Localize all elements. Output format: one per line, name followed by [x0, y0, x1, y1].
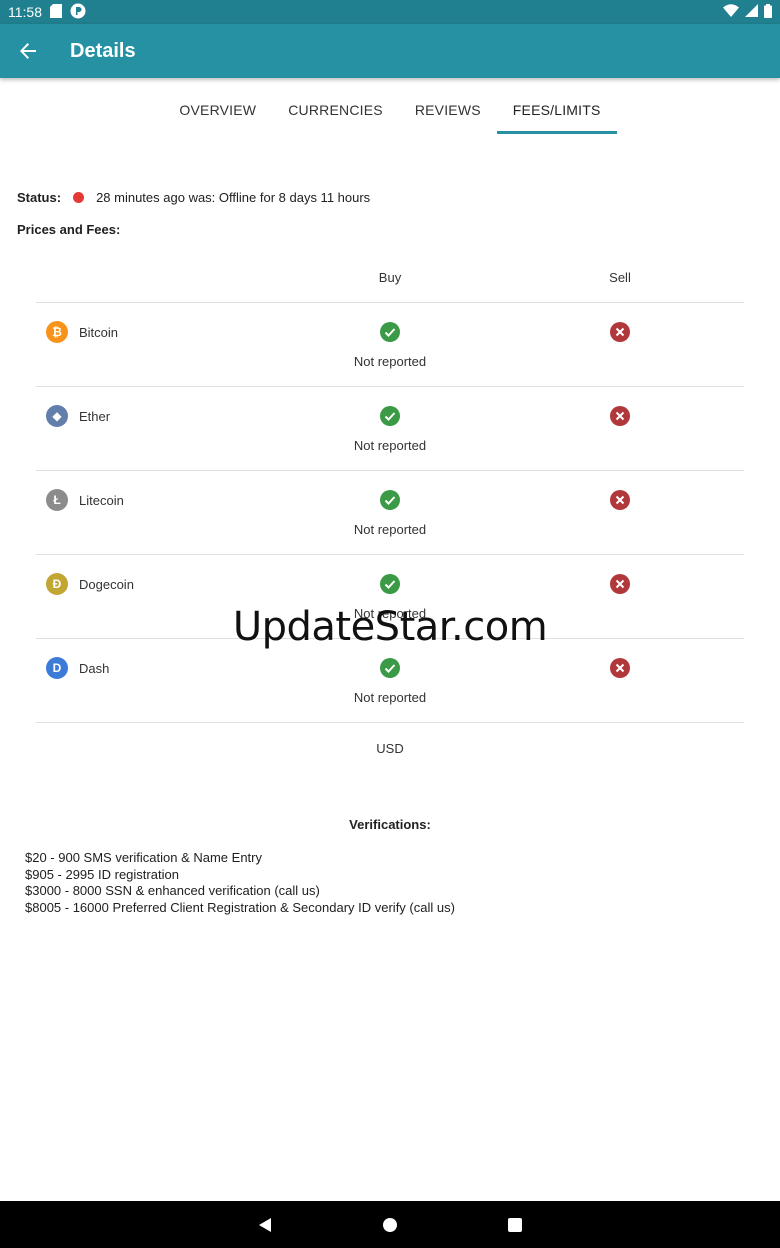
table-row: ₿ Bitcoin Not reported	[36, 303, 744, 387]
buy-note: Not reported	[353, 438, 427, 453]
coin-name: Dogecoin	[79, 576, 134, 592]
status-dot-icon	[73, 192, 85, 203]
coin-name: Litecoin	[79, 492, 124, 508]
buy-note: Not reported	[353, 354, 427, 369]
dash-icon: D	[46, 657, 68, 679]
coin-name: Dash	[79, 660, 110, 676]
buy-note: Not reported	[353, 606, 427, 621]
triangle-back-icon	[259, 1217, 271, 1232]
app-notification-icon	[70, 3, 86, 22]
app-bar: Details	[0, 24, 780, 78]
status-label: Status:	[17, 190, 62, 205]
signal-icon	[745, 4, 758, 20]
check-icon	[380, 490, 400, 510]
tab-bar: OVERVIEW CURRENCIES REVIEWS FEES/LIMITS	[0, 88, 780, 136]
nav-recents-button[interactable]	[453, 1201, 578, 1248]
close-icon	[610, 658, 630, 678]
currency-label: USD	[376, 741, 404, 756]
back-button[interactable]	[0, 24, 56, 78]
page-title: Details	[70, 39, 136, 62]
verifications-list: $20 - 900 SMS verification & Name Entry …	[25, 850, 455, 917]
coin-cell: ◆ Ether	[46, 405, 110, 427]
sd-card-icon	[50, 3, 62, 21]
table-header: Buy Sell	[36, 262, 744, 303]
close-icon	[610, 406, 630, 426]
clock: 11:58	[8, 4, 42, 20]
tab-reviews[interactable]: REVIEWS	[399, 88, 497, 134]
currency-row: USD	[36, 723, 744, 773]
verification-item: $3000 - 8000 SSN & enhanced verification…	[25, 883, 320, 899]
prices-fees-heading: Prices and Fees:	[17, 222, 121, 237]
nav-back-button[interactable]	[203, 1201, 328, 1248]
close-icon	[610, 322, 630, 342]
check-icon	[380, 322, 400, 342]
coin-cell: D Dash	[46, 657, 109, 679]
buy-note: Not reported	[353, 690, 427, 705]
close-icon	[610, 490, 630, 510]
prices-table: Buy Sell ₿ Bitcoin Not reported ◆ Ether …	[36, 262, 744, 773]
tab-currencies[interactable]: CURRENCIES	[272, 88, 399, 134]
verifications-heading: Verifications:	[349, 817, 431, 832]
verification-item: $20 - 900 SMS verification & Name Entry	[25, 850, 262, 865]
table-row: D Dash Not reported	[36, 639, 744, 723]
table-row: Ð Dogecoin Not reported	[36, 555, 744, 639]
verification-item: $8005 - 16000 Preferred Client Registrat…	[25, 900, 455, 916]
battery-icon	[764, 3, 772, 21]
status-line: Status: 28 minutes ago was: Offline for …	[17, 190, 370, 205]
sell-header: Sell	[609, 270, 631, 285]
ether-icon: ◆	[46, 405, 68, 427]
verification-item: $905 - 2995 ID registration	[25, 866, 179, 882]
close-icon	[610, 574, 630, 594]
buy-note: Not reported	[353, 522, 427, 537]
coin-name: Ether	[79, 408, 111, 424]
table-row: Ł Litecoin Not reported	[36, 471, 744, 555]
tab-fees-limits[interactable]: FEES/LIMITS	[496, 88, 617, 134]
coin-name: Bitcoin	[79, 324, 119, 340]
nav-home-button[interactable]	[328, 1201, 453, 1248]
check-icon	[380, 658, 400, 678]
coin-cell: ₿ Bitcoin	[46, 321, 118, 343]
system-navigation-bar	[0, 1201, 780, 1248]
dogecoin-icon: Ð	[46, 573, 68, 595]
tab-overview[interactable]: OVERVIEW	[163, 88, 272, 134]
check-icon	[380, 574, 400, 594]
status-text: 28 minutes ago was: Offline for 8 days 1…	[96, 190, 371, 205]
buy-header: Buy	[378, 270, 402, 285]
coin-cell: Ð Dogecoin	[46, 573, 134, 595]
table-row: ◆ Ether Not reported	[36, 387, 744, 471]
coin-cell: Ł Litecoin	[46, 489, 124, 511]
wifi-icon	[723, 4, 739, 20]
arrow-left-icon	[20, 43, 36, 59]
bitcoin-icon: ₿	[46, 321, 68, 343]
litecoin-icon: Ł	[46, 489, 68, 511]
system-status-bar: 11:58	[0, 0, 780, 24]
square-recents-icon	[508, 1217, 522, 1232]
check-icon	[380, 406, 400, 426]
circle-home-icon	[383, 1217, 397, 1232]
